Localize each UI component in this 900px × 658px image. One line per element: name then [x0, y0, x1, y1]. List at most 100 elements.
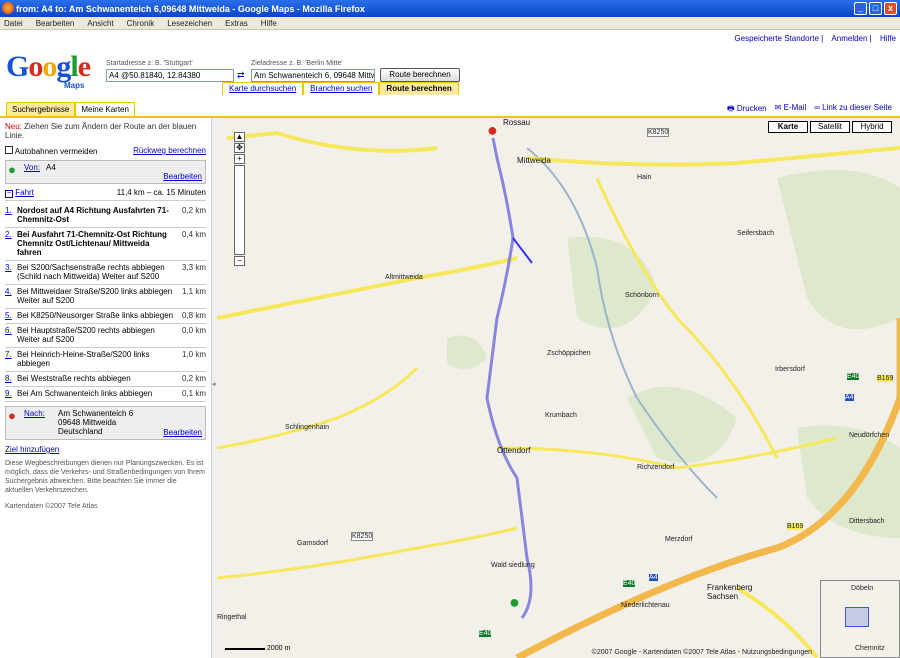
start-edit-link[interactable]: Bearbeiten — [163, 172, 202, 181]
road-shield: K8250 — [647, 128, 670, 137]
place-label: Garnsdorf — [297, 540, 329, 547]
maptype-hybrid[interactable]: Hybrid — [852, 121, 892, 133]
saved-locations-link[interactable]: Gespeicherte Standorte — [734, 34, 819, 43]
menu-help[interactable]: Hilfe — [261, 19, 277, 28]
map-scale: 2000 m — [225, 645, 290, 652]
step-row[interactable]: 3. Bei S200/Sachsenstraße rechts abbiegen… — [5, 261, 206, 285]
road-shield: K8250 — [351, 532, 374, 541]
google-logo[interactable]: Google — [6, 50, 91, 84]
step-number[interactable]: 6. — [5, 326, 17, 344]
avoid-highways-checkbox[interactable] — [5, 146, 13, 154]
step-distance: 0,2 km — [181, 374, 206, 383]
place-label: Neudörfchen — [849, 432, 890, 439]
place-label: Krumbach — [545, 412, 577, 419]
step-row[interactable]: 7. Bei Heinrich-Heine-Straße/S200 links a… — [5, 348, 206, 372]
pan-center-icon[interactable]: ✥ — [234, 143, 245, 153]
start-marker[interactable]: ● — [509, 592, 520, 613]
road-shield: E40 — [847, 373, 860, 380]
maptype-satellite[interactable]: Satellit — [810, 121, 850, 133]
minimize-button[interactable]: _ — [854, 2, 867, 15]
top-links: Gespeicherte Standorte | Anmelden | Hilf… — [734, 34, 896, 43]
permalink-link[interactable]: ∞ Link zu dieser Seite — [814, 103, 892, 117]
scale-label: 2000 m — [266, 645, 291, 652]
step-number[interactable]: 4. — [5, 287, 17, 305]
forest-area — [567, 236, 657, 328]
map-data-credit: Kartendaten ©2007 Tele Atlas — [5, 503, 98, 510]
sign-in-link[interactable]: Anmelden — [831, 34, 867, 43]
destination-marker[interactable]: ● — [487, 120, 498, 141]
step-text: Bei Ausfahrt 71-Chemnitz-Ost Richtung Ch… — [17, 230, 167, 257]
road — [217, 366, 419, 450]
swap-icon[interactable]: ⇄ — [237, 70, 245, 81]
place-label: Rossau — [503, 118, 531, 127]
step-number[interactable]: 1. — [5, 206, 17, 224]
step-row[interactable]: 9. Bei Am Schwanenteich links abbiegen 0,1… — [5, 387, 206, 402]
menu-view[interactable]: Ansicht — [87, 19, 113, 28]
start-link[interactable]: Von: — [24, 163, 40, 172]
zoom-slider[interactable] — [234, 165, 245, 255]
dest-input[interactable]: Am Schwanenteich 6, 09648 Mittw — [251, 69, 375, 82]
start-input[interactable]: A4 @50.81840, 12.84380 — [106, 69, 234, 82]
step-row[interactable]: 6. Bei Hauptstraße/S200 rechts abbiegen W… — [5, 324, 206, 348]
road-shield: A4 — [649, 574, 658, 581]
road-shield: B169 — [787, 523, 804, 530]
step-row[interactable]: 4. Bei Mittweidaer Straße/S200 links abbi… — [5, 285, 206, 309]
step-row[interactable]: 1. Nordost auf A4 Richtung Ausfahrten 71-… — [5, 204, 206, 228]
step-row[interactable]: 8. Bei Weststraße rechts abbiegen 0,2 km — [5, 372, 206, 387]
forest-area — [627, 386, 737, 463]
print-label: Drucken — [736, 104, 767, 113]
step-number[interactable]: 5. — [5, 311, 17, 320]
red-marker-icon: ● — [8, 408, 16, 423]
return-route-link[interactable]: Rückweg berechnen — [133, 146, 206, 156]
permalink-label: Link zu dieser Seite — [822, 103, 892, 112]
step-distance: 1,1 km — [181, 287, 206, 296]
tab-find-business[interactable]: Branchen suchen — [303, 82, 380, 95]
zoom-out-button[interactable]: − — [234, 256, 245, 266]
avoid-highways-option[interactable]: Autobahnen vermeiden — [5, 146, 98, 156]
print-link[interactable]: 🖶 Drucken — [727, 103, 767, 117]
step-distance: 0,4 km — [181, 230, 206, 239]
close-button[interactable]: x — [884, 2, 897, 15]
tab-my-maps[interactable]: Meine Karten — [75, 102, 135, 116]
step-number[interactable]: 7. — [5, 350, 17, 368]
end-edit-link[interactable]: Bearbeiten — [163, 428, 202, 437]
menu-file[interactable]: Datei — [4, 19, 23, 28]
email-link[interactable]: ✉ E-Mail — [775, 103, 807, 117]
tab-search-map[interactable]: Karte durchsuchen — [222, 82, 304, 95]
green-pin-icon: ● — [509, 592, 520, 612]
help-link[interactable]: Hilfe — [880, 34, 896, 43]
end-link[interactable]: Nach: — [24, 409, 45, 418]
overview-map[interactable]: Döbeln Chemnitz — [820, 580, 900, 658]
drive-toggle[interactable]: − Fahrt — [5, 188, 34, 198]
pan-up-icon[interactable]: ▲ — [234, 132, 245, 142]
dest-label: Zieladresse z. B. 'Berlin Mitte' — [251, 60, 343, 67]
menu-edit[interactable]: Bearbeiten — [36, 19, 75, 28]
step-number[interactable]: 2. — [5, 230, 17, 257]
tab-results[interactable]: Suchergebnisse — [6, 102, 76, 116]
step-text: Bei Heinrich-Heine-Straße/S200 links abb… — [17, 350, 150, 368]
place-label: Wald siedlung — [491, 562, 535, 569]
step-row[interactable]: 5. Bei K8250/Neusorger Straße links abbie… — [5, 309, 206, 324]
maptype-map[interactable]: Karte — [768, 121, 808, 133]
menu-bookmarks[interactable]: Lesezeichen — [167, 19, 212, 28]
step-number[interactable]: 8. — [5, 374, 17, 383]
zoom-in-button[interactable]: + — [234, 154, 245, 164]
start-box: ● Von: A4 Bearbeiten — [5, 160, 206, 184]
road-shield: E40 — [623, 580, 636, 587]
step-number[interactable]: 3. — [5, 263, 17, 281]
menu-tools[interactable]: Extras — [225, 19, 248, 28]
add-destination-link[interactable]: Ziel hinzufügen — [5, 445, 206, 454]
collapse-icon: − — [5, 190, 13, 198]
step-row[interactable]: 2. Bei Ausfahrt 71-Chemnitz-Ost Richtung … — [5, 228, 206, 261]
menu-bar: Datei Bearbeiten Ansicht Chronik Lesezei… — [0, 17, 900, 30]
menu-history[interactable]: Chronik — [127, 19, 155, 28]
email-label: E-Mail — [783, 103, 807, 112]
overview-viewport[interactable] — [845, 607, 869, 627]
step-text: Bei Weststraße rechts abbiegen — [17, 374, 131, 383]
maximize-button[interactable]: □ — [869, 2, 882, 15]
tab-get-directions[interactable]: Route berechnen — [379, 82, 459, 95]
step-number[interactable]: 9. — [5, 389, 17, 398]
window-title: from: A4 to: Am Schwanenteich 6,09648 Mi… — [16, 3, 365, 14]
route-submit-button[interactable]: Route berechnen — [380, 68, 460, 82]
map-canvas[interactable]: Karte Satellit Hybrid ▲ ✥ + − ● ● Rossau… — [217, 118, 900, 658]
